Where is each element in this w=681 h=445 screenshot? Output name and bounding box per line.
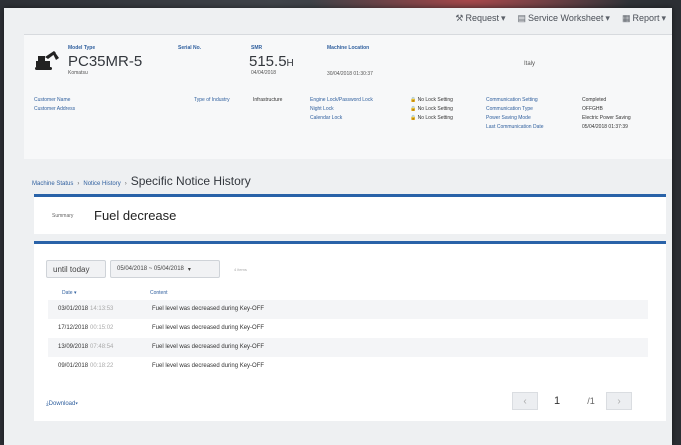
service-worksheet-label: Service Worksheet [528,13,604,23]
smr-value: 515.5 [249,53,287,70]
machine-location-label: Machine Location [327,45,370,51]
summary-card: Summary Fuel decrease [34,194,666,234]
caret-down-icon: ▾ [605,12,610,23]
caret-down-icon: ▾ [500,12,506,23]
customer-name-label: Customer Name [34,97,71,103]
chevron-down-icon: ▾ [187,266,191,273]
breadcrumb-notice-history[interactable]: Notice History [83,181,120,187]
breadcrumb-separator: › [124,181,127,187]
column-header-date[interactable]: Date ▾ [62,290,76,296]
breadcrumb-machine-status[interactable]: Machine Status [32,181,73,187]
item-count: 4 items [234,267,247,272]
table-row[interactable]: 09/01/2018 00:18:22 Fuel level was decrea… [48,357,648,376]
model-value: PC35MR-5 [68,53,143,70]
current-page[interactable]: 1 [538,395,576,407]
night-lock-text: No Lock Setting [417,106,453,112]
next-page-button[interactable]: › [606,392,632,410]
smr-value-block: 515.5H [249,53,294,70]
engine-lock-value: 🔒 No Lock Setting [410,97,453,103]
request-label: Request [465,13,499,23]
row-content: Fuel level was decreased during Key-OFF [152,363,265,369]
date-header-label: Date [62,290,73,296]
engine-lock-label: Engine Lock/Password Lock [310,97,373,103]
row-time: 00:18:22 [90,363,114,369]
report-icon: ▦ [621,12,631,23]
row-date-value: 17/12/2018 [58,325,89,331]
report-menu[interactable]: ▦ Report ▾ [622,13,666,24]
engine-lock-text: No Lock Setting [417,97,453,103]
comm-type-value: OFFGHB [582,106,603,112]
excavator-icon [35,51,59,70]
column-header-content: Content [150,290,168,296]
row-content: Fuel level was decreased during Key-OFF [152,325,265,331]
table-row[interactable]: 03/01/2018 14:13:53 Fuel level was decrea… [48,300,648,319]
date-range-value: 05/04/2018 ~ 05/04/2018 [117,266,184,272]
serial-label: Serial No. [178,45,202,51]
breadcrumb: Machine Status › Notice History › Specif… [32,174,251,188]
smr-label: SMR [251,45,263,51]
summary-label: Summary [52,213,74,219]
report-label: Report [632,13,660,23]
date-range-dropdown[interactable]: 05/04/2018 ~ 05/04/2018 ▾ [110,260,220,278]
location-country: Italy [524,61,536,67]
sort-down-icon: ▾ [73,290,77,296]
calendar-lock-value: 🔒 No Lock Setting [410,115,453,121]
power-mode-value: Electric Power Saving [582,115,631,121]
maker-name: Komatsu [68,70,88,76]
machine-info-card: Model Type PC35MR-5 Komatsu Serial No. S… [24,34,672,159]
comm-setting-label: Communication Setting [486,97,538,103]
until-today-button[interactable]: until today [46,260,106,278]
top-nav: ⚒ Request ▾ ▤ Service Worksheet ▾ ▦ Repo… [4,8,672,28]
download-label: Download [48,401,76,407]
night-lock-label: Night Lock [310,106,334,112]
prev-page-button[interactable]: ‹ [512,392,538,410]
row-date-value: 13/09/2018 [58,344,89,350]
row-date-value: 09/01/2018 [58,363,89,369]
row-date: 09/01/2018 00:18:22 [58,363,113,369]
power-mode-label: Power Saving Mode [486,115,531,121]
row-date-value: 03/01/2018 [58,306,89,312]
page-title: Specific Notice History [130,174,251,188]
app-page: ⚒ Request ▾ ▤ Service Worksheet ▾ ▦ Repo… [4,8,672,445]
table-row[interactable]: 17/12/2018 00:15:02 Fuel level was decrea… [48,319,648,338]
breadcrumb-separator: › [77,181,80,187]
night-lock-value: 🔒 No Lock Setting [410,106,453,112]
table-row[interactable]: 13/09/2018 07:48:54 Fuel level was decrea… [48,338,648,357]
pagination: ‹ 1 /1 › [512,391,652,411]
row-content: Fuel level was decreased during Key-OFF [152,306,265,312]
industry-value: Infrastructure [253,97,283,103]
smr-unit: H [286,58,294,69]
lock-icon: 🔒 [410,97,417,103]
summary-value: Fuel decrease [94,208,177,223]
row-time: 00:15:02 [90,325,114,331]
request-menu[interactable]: ⚒ Request ▾ [455,13,505,24]
row-date: 13/09/2018 07:48:54 [58,344,113,350]
service-worksheet-menu[interactable]: ▤ Service Worksheet ▾ [518,13,610,24]
last-comm-label: Last Communication Date [486,124,544,130]
download-link[interactable]: ⤓Download▾ [46,401,78,408]
last-comm-value: 05/04/2018 01:37:39 [582,124,628,130]
row-time: 07:48:54 [90,344,114,350]
row-date: 17/12/2018 00:15:02 [58,325,113,331]
notice-history-card: until today 05/04/2018 ~ 05/04/2018 ▾ 4 … [34,241,666,421]
comm-type-label: Communication Type [486,106,533,112]
calendar-lock-text: No Lock Setting [417,115,453,121]
row-date: 03/01/2018 14:13:53 [58,306,113,312]
row-time: 14:13:53 [90,306,114,312]
industry-label: Type of Industry [194,97,230,103]
caret-down-icon: ▾ [75,401,78,407]
wrench-icon: ⚒ [455,12,464,23]
location-date: 30/04/2018 01:30:37 [327,71,373,77]
calendar-lock-label: Calendar Lock [310,115,343,121]
document-icon: ▤ [517,12,527,23]
comm-setting-value: Completed [582,97,607,103]
customer-address-label: Customer Address [34,106,76,112]
lock-icon: 🔒 [410,115,417,121]
model-type-label: Model Type [68,45,96,51]
lock-icon: 🔒 [410,106,417,112]
row-content: Fuel level was decreased during Key-OFF [152,344,265,350]
total-pages: /1 [587,396,595,406]
smr-date: 04/04/2018 [251,70,277,76]
caret-down-icon: ▾ [661,12,666,23]
